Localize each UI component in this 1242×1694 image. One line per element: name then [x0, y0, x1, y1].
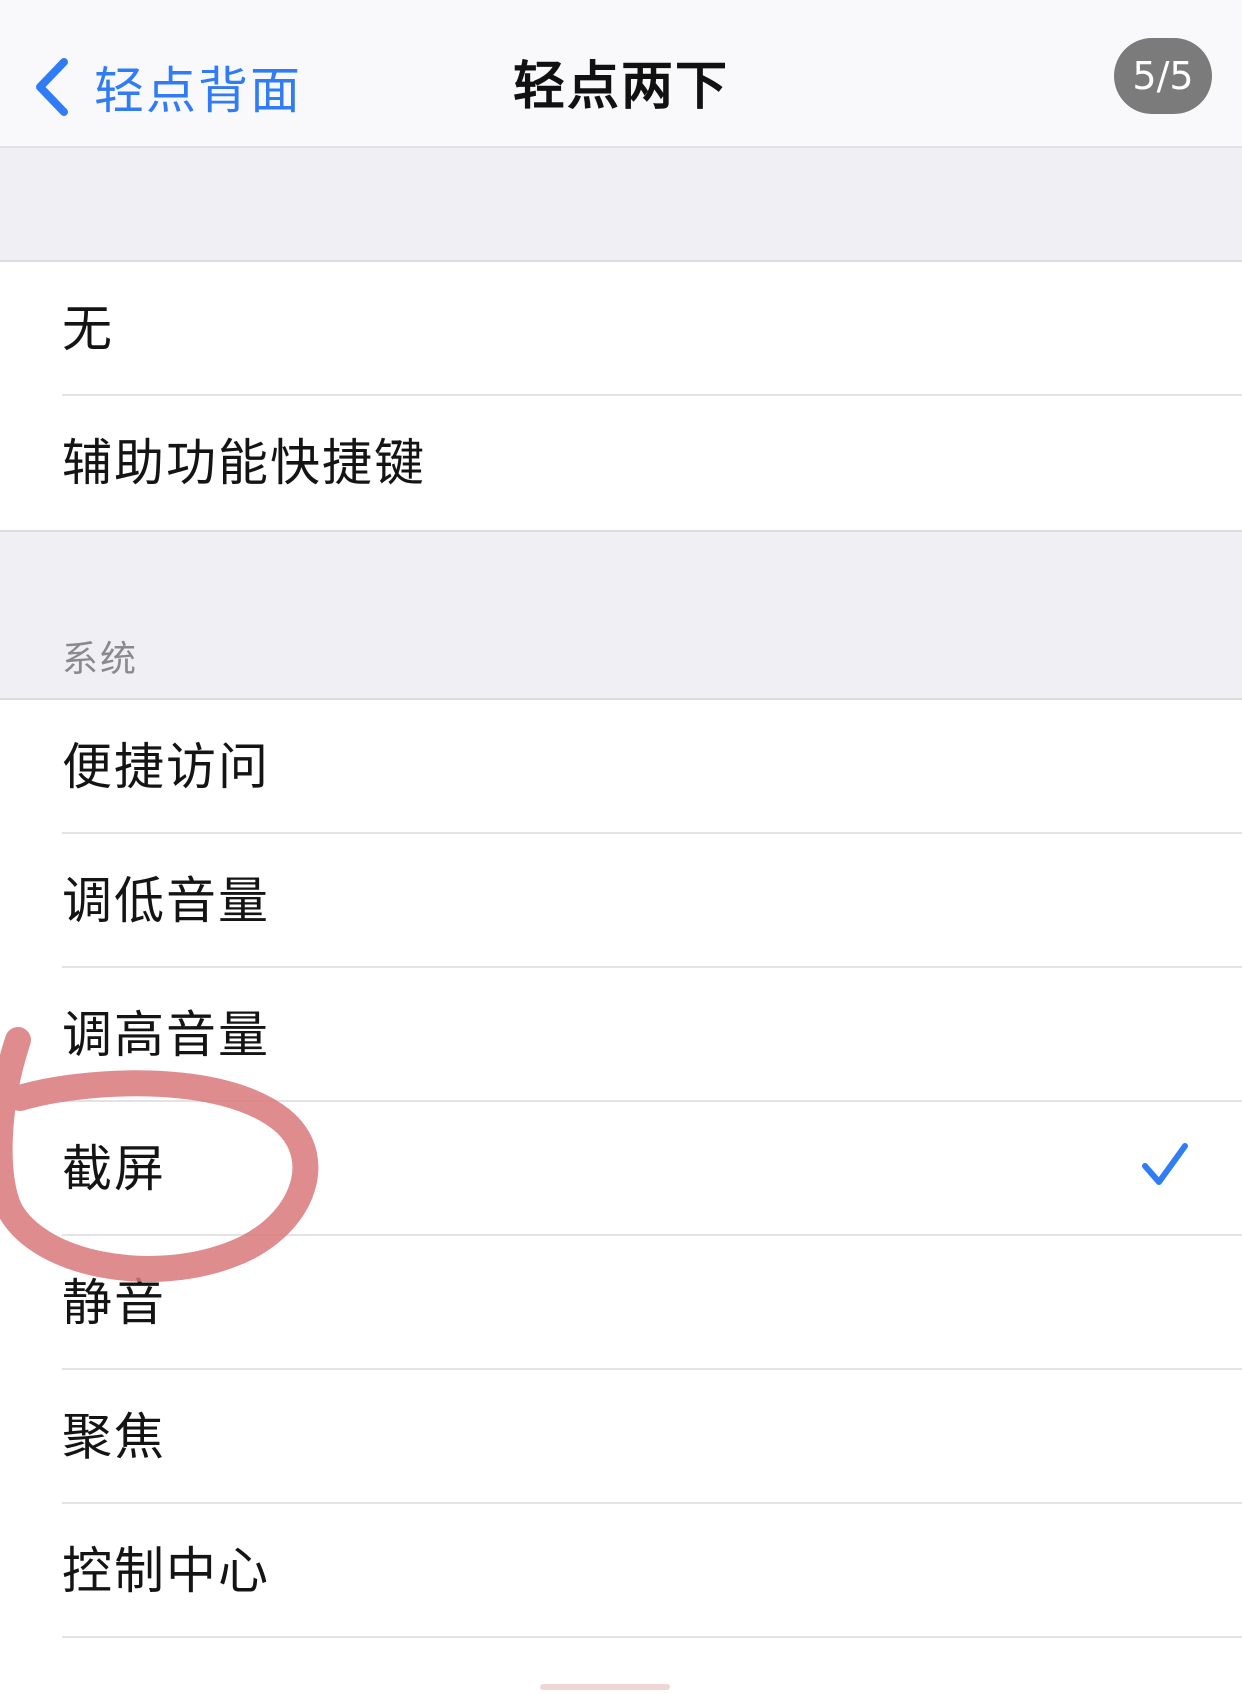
option-label: 便捷访问 [62, 738, 270, 796]
screen: 轻点背面 轻点两下 5/5 无 辅助功能快捷键 系统 便捷访问 调低音量 调高音… [0, 0, 1242, 1694]
option-row-accessibility-shortcut[interactable]: 辅助功能快捷键 [0, 396, 1242, 530]
option-row-screenshot[interactable]: 截屏 [0, 1102, 1242, 1236]
option-label: 聚焦 [62, 1408, 166, 1466]
option-row-reachability[interactable]: 便捷访问 [0, 700, 1242, 834]
option-row-volume-down[interactable]: 调低音量 [0, 834, 1242, 968]
navigation-bar: 轻点背面 轻点两下 5/5 [0, 0, 1242, 148]
row-divider [62, 1636, 1242, 1638]
option-label: 控制中心 [62, 1542, 270, 1600]
option-label: 静音 [62, 1274, 166, 1332]
option-label: 辅助功能快捷键 [62, 434, 426, 492]
option-label: 调高音量 [62, 1006, 270, 1064]
option-row-control-center[interactable]: 控制中心 [0, 1504, 1242, 1638]
option-row-focus[interactable]: 聚焦 [0, 1370, 1242, 1504]
section-spacer [0, 148, 1242, 260]
option-row-none[interactable]: 无 [0, 262, 1242, 396]
checkmark-icon [1142, 1143, 1188, 1185]
option-label: 截屏 [62, 1140, 166, 1198]
option-label: 无 [62, 300, 114, 358]
page-title: 轻点两下 [512, 57, 729, 117]
option-label: 调低音量 [62, 872, 270, 930]
option-row-volume-up[interactable]: 调高音量 [0, 968, 1242, 1102]
home-indicator [540, 1684, 670, 1690]
section-spacer [0, 532, 1242, 698]
page-counter-badge: 5/5 [1114, 38, 1212, 114]
section-header-system: 系统 [62, 639, 139, 680]
option-row-mute[interactable]: 静音 [0, 1236, 1242, 1370]
